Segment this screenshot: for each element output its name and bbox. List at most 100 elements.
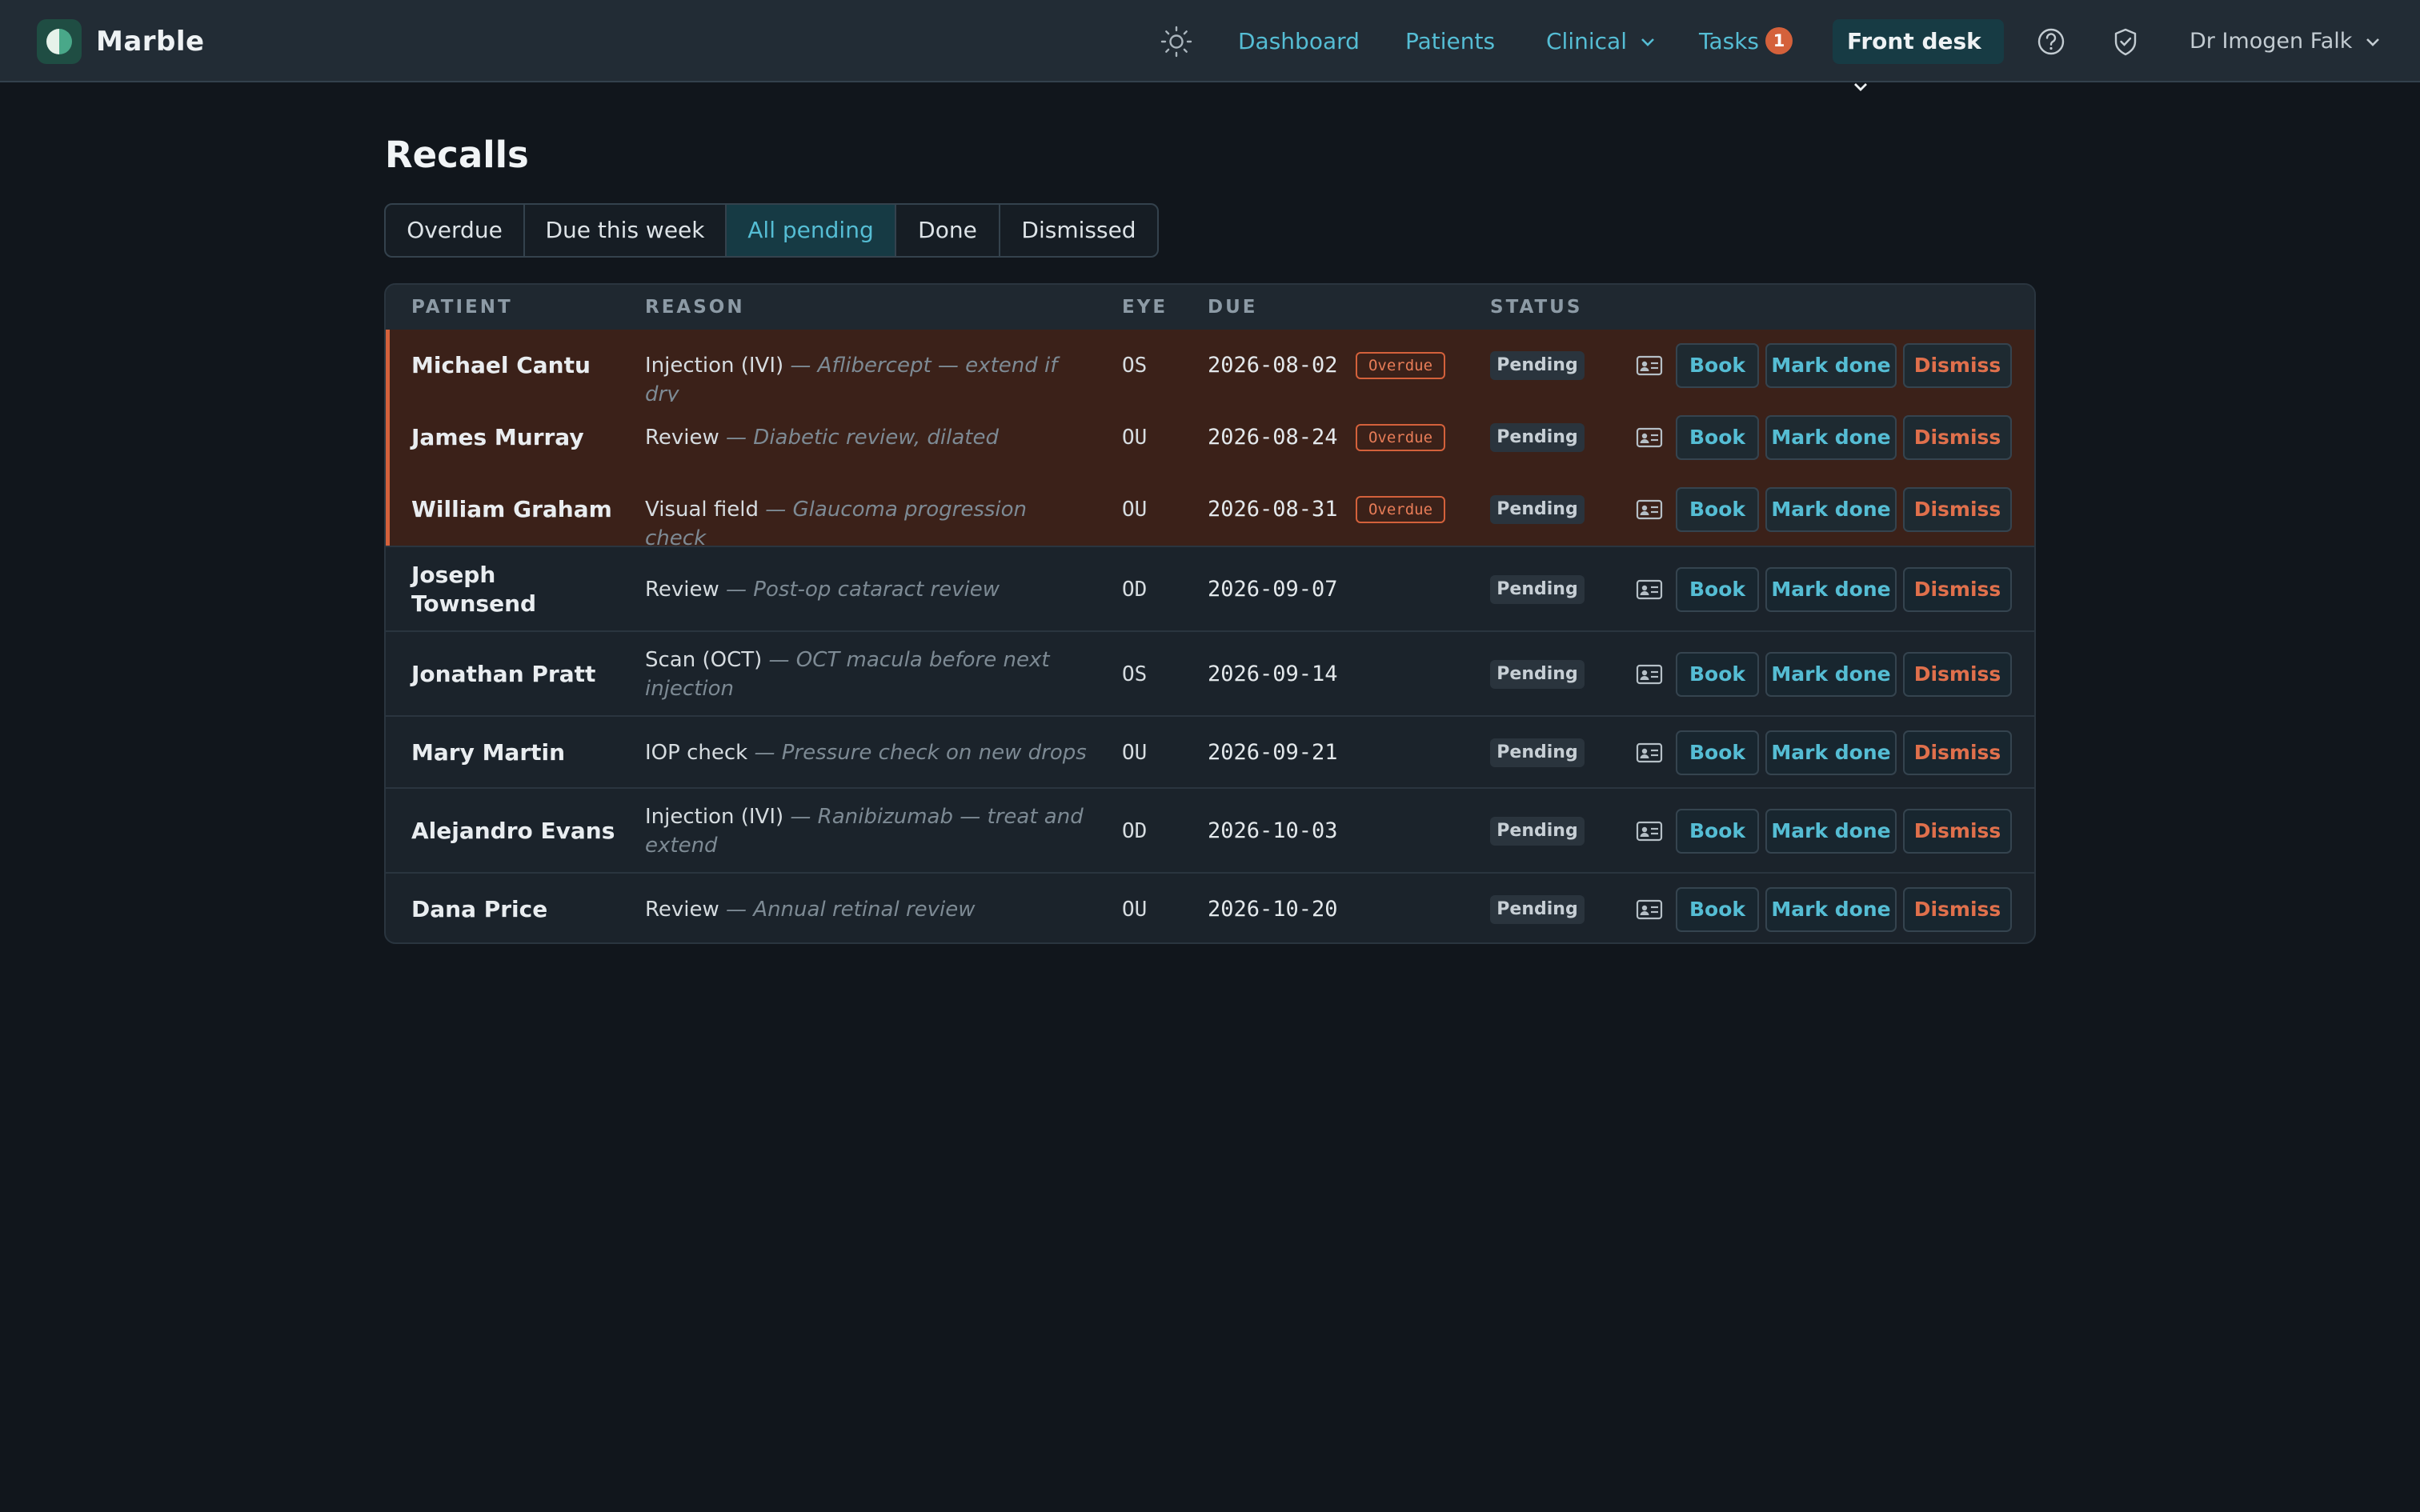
nav-clinical[interactable]: Clinical: [1546, 24, 1655, 59]
nav-clinical-label: Clinical: [1546, 28, 1627, 54]
reason-note: — Diabetic review, dilated: [726, 426, 999, 450]
recall-reason: Injection (IVI) — Aflibercept — extend i…: [645, 351, 1093, 409]
patient-name[interactable]: Mary Martin: [411, 738, 619, 767]
mark-done-button[interactable]: Mark done: [1765, 567, 1897, 612]
patient-card-icon[interactable]: [1636, 426, 1663, 449]
mark-done-button[interactable]: Mark done: [1765, 730, 1897, 775]
table-row: William Graham Visual field — Glaucoma pr…: [386, 474, 2034, 550]
reason-note: — Post-op cataract review: [726, 578, 1000, 602]
dismiss-button[interactable]: Dismiss: [1903, 887, 2012, 932]
book-button[interactable]: Book: [1676, 887, 1759, 932]
dismiss-button[interactable]: Dismiss: [1903, 487, 2012, 532]
recalls-table: PATIENT REASON EYE DUE STATUS Michael Ca…: [384, 283, 2036, 944]
patient-card-icon[interactable]: [1636, 898, 1663, 921]
mark-done-button[interactable]: Mark done: [1765, 652, 1897, 697]
user-name: Dr Imogen Falk: [2190, 29, 2353, 54]
mark-done-button[interactable]: Mark done: [1765, 343, 1897, 388]
recall-reason: Review — Post-op cataract review: [645, 575, 1093, 604]
book-button[interactable]: Book: [1676, 730, 1759, 775]
eye-code: OD: [1122, 578, 1148, 602]
tasks-count-badge: 1: [1765, 27, 1793, 54]
mark-done-button[interactable]: Mark done: [1765, 415, 1897, 460]
book-button[interactable]: Book: [1676, 415, 1759, 460]
patient-card-icon[interactable]: [1636, 578, 1663, 601]
help-icon[interactable]: [2035, 26, 2067, 58]
reason-note: — Pressure check on new drops: [754, 741, 1087, 765]
dismiss-button[interactable]: Dismiss: [1903, 343, 2012, 388]
table-row: Joseph Townsend Review — Post-op cataract…: [386, 546, 2034, 630]
dismiss-button[interactable]: Dismiss: [1903, 567, 2012, 612]
eye-code: OS: [1122, 662, 1148, 686]
reason-type: Scan (OCT): [645, 648, 763, 672]
dismiss-button[interactable]: Dismiss: [1903, 809, 2012, 854]
chevron-down-icon: [1641, 38, 1654, 46]
patient-card-icon[interactable]: [1636, 663, 1663, 686]
patient-card-icon[interactable]: [1636, 354, 1663, 377]
nav-dashboard[interactable]: Dashboard: [1238, 24, 1360, 59]
eye-code: OU: [1122, 426, 1148, 450]
nav-tasks-label: Tasks: [1699, 28, 1760, 54]
patient-card-icon[interactable]: [1636, 820, 1663, 842]
status-badge: Pending: [1490, 895, 1585, 924]
mark-done-button[interactable]: Mark done: [1765, 809, 1897, 854]
role-switcher[interactable]: Front desk: [1833, 19, 2004, 91]
reason-type: Injection (IVI): [645, 354, 784, 378]
book-button[interactable]: Book: [1676, 652, 1759, 697]
reason-note: — Annual retinal review: [726, 898, 976, 922]
patient-name[interactable]: Dana Price: [411, 895, 619, 924]
recall-reason: Injection (IVI) — Ranibizumab — treat an…: [645, 802, 1093, 860]
recall-reason: Review — Annual retinal review: [645, 895, 1093, 924]
patient-name[interactable]: Joseph Townsend: [411, 561, 619, 618]
shield-check-icon[interactable]: [2109, 26, 2142, 58]
tab-overdue[interactable]: Overdue: [386, 205, 525, 256]
status-badge: Pending: [1490, 817, 1585, 846]
tab-all-pending[interactable]: All pending: [727, 205, 896, 256]
reason-type: Visual field: [645, 498, 759, 522]
recall-reason: IOP check — Pressure check on new drops: [645, 738, 1093, 767]
patient-name[interactable]: Alejandro Evans: [411, 817, 619, 846]
status-badge: Pending: [1490, 423, 1585, 452]
due-date: 2026-08-24: [1208, 425, 1338, 450]
patient-name[interactable]: William Graham: [411, 495, 619, 524]
book-button[interactable]: Book: [1676, 567, 1759, 612]
reason-type: Review: [645, 578, 719, 602]
overdue-badge: Overdue: [1356, 352, 1445, 379]
nav-patients[interactable]: Patients: [1405, 24, 1495, 59]
chevron-down-icon: [2366, 38, 2379, 46]
header-reason: REASON: [645, 297, 745, 318]
page-title: Recalls: [385, 134, 529, 176]
user-menu[interactable]: Dr Imogen Falk: [2190, 24, 2380, 59]
patient-card-icon[interactable]: [1636, 498, 1663, 521]
nav-tasks[interactable]: Tasks 1: [1699, 24, 1793, 59]
app-name[interactable]: Marble: [96, 23, 205, 60]
eye-code: OS: [1122, 354, 1148, 378]
dismiss-button[interactable]: Dismiss: [1903, 730, 2012, 775]
top-navigation-bar: Marble Dashboard Patients Clinical Tasks…: [0, 0, 2420, 91]
table-row: Mary Martin IOP check — Pressure check on…: [386, 715, 2034, 787]
header-eye: EYE: [1122, 297, 1168, 318]
patient-name[interactable]: Michael Cantu: [411, 351, 619, 380]
table-header: PATIENT REASON EYE DUE STATUS: [386, 285, 2034, 330]
recall-filter-tabs: Overdue Due this week All pending Done D…: [384, 203, 1159, 258]
marble-logo-icon[interactable]: [37, 19, 82, 64]
theme-toggle-sun-icon[interactable]: [1159, 24, 1194, 59]
book-button[interactable]: Book: [1676, 487, 1759, 532]
mark-done-button[interactable]: Mark done: [1765, 487, 1897, 532]
role-switcher-label: Front desk: [1847, 28, 1981, 54]
book-button[interactable]: Book: [1676, 809, 1759, 854]
book-button[interactable]: Book: [1676, 343, 1759, 388]
recall-reason: Scan (OCT) — OCT macula before next inje…: [645, 646, 1093, 703]
table-row: Dana Price Review — Annual retinal review…: [386, 872, 2034, 942]
patient-name[interactable]: James Murray: [411, 423, 619, 452]
tab-due-this-week[interactable]: Due this week: [525, 205, 727, 256]
tab-dismissed[interactable]: Dismissed: [1000, 205, 1157, 256]
status-badge: Pending: [1490, 660, 1585, 689]
due-date: 2026-08-31: [1208, 497, 1338, 522]
patient-name[interactable]: Jonathan Pratt: [411, 660, 619, 689]
mark-done-button[interactable]: Mark done: [1765, 887, 1897, 932]
due-date: 2026-08-02: [1208, 353, 1338, 378]
dismiss-button[interactable]: Dismiss: [1903, 652, 2012, 697]
tab-done[interactable]: Done: [896, 205, 1000, 256]
dismiss-button[interactable]: Dismiss: [1903, 415, 2012, 460]
patient-card-icon[interactable]: [1636, 742, 1663, 764]
